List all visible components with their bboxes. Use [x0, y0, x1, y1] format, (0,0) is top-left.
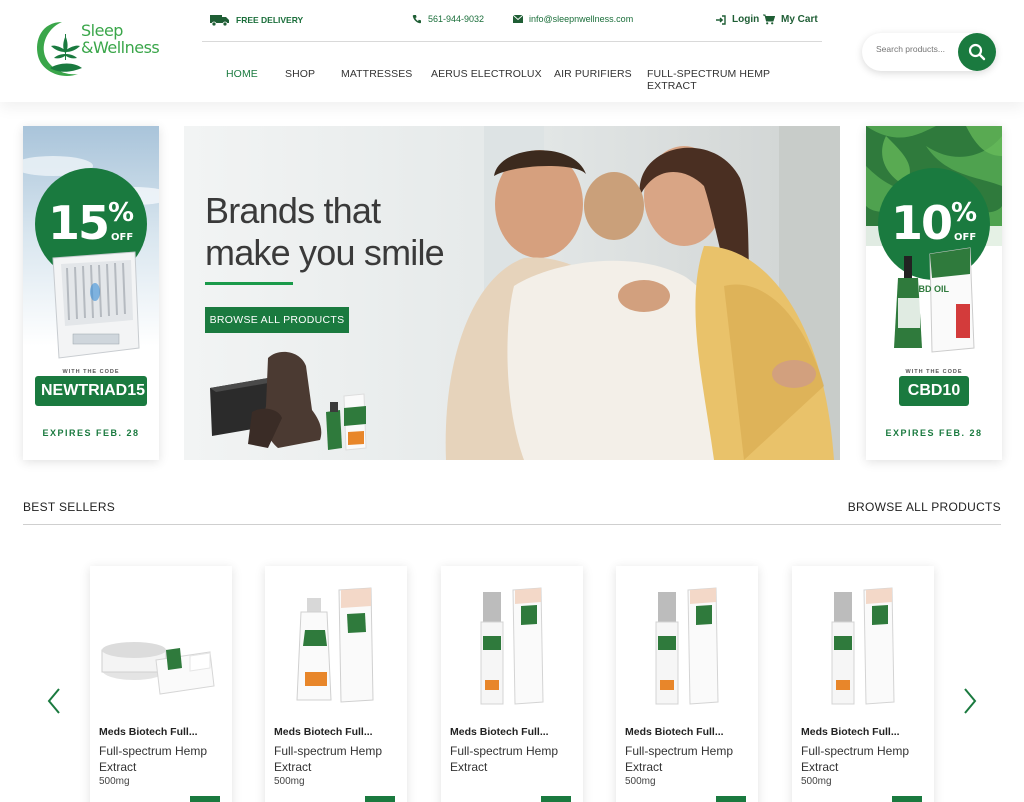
- product-card[interactable]: Meds Biotech Full... Full-spectrum Hemp …: [265, 566, 407, 802]
- login-label: Login: [732, 14, 760, 25]
- promo-code-badge: NEWTRIAD15: [35, 376, 147, 406]
- product-card[interactable]: Meds Biotech Full... Full-spectrum Hemp …: [616, 566, 758, 802]
- search-button[interactable]: [958, 33, 996, 71]
- hero-browse-button[interactable]: BROWSE ALL PRODUCTS: [205, 307, 349, 333]
- discount-off: OFF: [111, 232, 134, 243]
- product-card[interactable]: Meds Biotech Full... Full-spectrum Hemp …: [792, 566, 934, 802]
- top-info-bar: FREE DELIVERY 561-944-9032 info@sleepnwe…: [202, 8, 822, 34]
- discount-percent: %: [107, 198, 135, 228]
- add-to-cart-button[interactable]: [190, 796, 220, 802]
- logo-line-1: Sleep: [81, 21, 123, 40]
- site-logo[interactable]: Sleep &Wellness: [32, 16, 172, 82]
- product-brand: Meds Biotech Full...: [801, 726, 900, 738]
- chevron-right-icon: [964, 688, 977, 714]
- promo-code-badge: CBD10: [899, 376, 969, 406]
- promo-card-cbd[interactable]: 10% OFF CBD OIL WITH THE CODE CBD10 EXPI…: [866, 126, 1002, 460]
- hero-headline-line-1: Brands that: [205, 190, 381, 231]
- cart-label: My Cart: [781, 14, 818, 25]
- discount-number: 10: [890, 196, 953, 250]
- product-brand: Meds Biotech Full...: [450, 726, 549, 738]
- cart-icon: [763, 14, 775, 25]
- product-name: Full-spectrum Hemp Extract: [450, 744, 559, 774]
- logo-line-2: &Wellness: [81, 38, 160, 57]
- product-size: 500mg: [99, 776, 130, 787]
- product-image-lotion-bottle: [480, 587, 544, 705]
- section-divider: [23, 524, 1001, 525]
- discount-text: 15% OFF: [23, 196, 159, 250]
- air-purifier-image: [52, 251, 140, 359]
- email-link[interactable]: info@sleepnwellness.com: [513, 14, 633, 24]
- products-showcase-image: [210, 351, 367, 451]
- email-address: info@sleepnwellness.com: [529, 14, 634, 24]
- discount-number: 15: [47, 196, 110, 250]
- cbd-product-label: CBD OIL: [912, 284, 949, 294]
- search-input[interactable]: [876, 44, 956, 54]
- product-name: Full-spectrum Hemp Extract: [625, 744, 734, 774]
- mail-icon: [513, 15, 523, 23]
- truck-icon: [210, 15, 229, 26]
- product-image-lotion-bottle: [655, 587, 719, 705]
- add-to-cart-button[interactable]: [541, 796, 571, 802]
- nav-aerus-electrolux[interactable]: AERUS ELECTROLUX: [431, 68, 542, 80]
- with-code-label: WITH THE CODE: [62, 369, 120, 375]
- add-to-cart-button[interactable]: [365, 796, 395, 802]
- cart-link[interactable]: My Cart: [763, 14, 818, 25]
- promo-expiry: EXPIRES FEB. 28: [42, 428, 140, 438]
- add-to-cart-button[interactable]: [892, 796, 922, 802]
- carousel-next-button[interactable]: [960, 688, 980, 714]
- promo-expiry: EXPIRES FEB. 28: [885, 428, 983, 438]
- nav-mattresses[interactable]: MATTRESSES: [341, 68, 412, 80]
- login-icon: [716, 14, 726, 25]
- product-size: 500mg: [625, 776, 656, 787]
- product-brand: Meds Biotech Full...: [274, 726, 373, 738]
- with-code-label: WITH THE CODE: [905, 369, 963, 375]
- discount-off: OFF: [954, 232, 977, 243]
- product-brand: Meds Biotech Full...: [99, 726, 198, 738]
- chevron-left-icon: [47, 688, 60, 714]
- product-card[interactable]: Meds Biotech Full... Full-spectrum Hemp …: [90, 566, 232, 802]
- header-divider: [202, 41, 822, 42]
- hero-headline: Brands that make you smile: [205, 190, 445, 274]
- login-link[interactable]: Login: [716, 14, 759, 25]
- hero-banner: Brands that make you smile BROWSE ALL PR…: [184, 126, 840, 460]
- discount-text: 10% OFF: [866, 196, 1002, 250]
- site-header: Sleep &Wellness FREE DELIVERY 561-944-90…: [0, 0, 1024, 102]
- product-name: Full-spectrum Hemp Extract: [801, 744, 910, 774]
- search-bar: [862, 33, 996, 71]
- product-image-cream-pump: [296, 587, 374, 703]
- product-size: 500mg: [274, 776, 305, 787]
- promo-card-air-purifier[interactable]: 15% OFF WITH THE CODE NEWTRIAD15 EXPIRES…: [23, 126, 159, 460]
- carousel-prev-button[interactable]: [44, 688, 64, 714]
- hero-underline: [205, 282, 293, 285]
- best-sellers-heading: BEST SELLERS: [23, 500, 116, 514]
- main-navigation: HOME SHOP MATTRESSES AERUS ELECTROLUX AI…: [202, 68, 822, 92]
- product-size: 500mg: [801, 776, 832, 787]
- product-image-lotion-bottle: [831, 587, 895, 705]
- free-delivery-label: FREE DELIVERY: [236, 15, 304, 25]
- nav-home[interactable]: HOME: [226, 68, 258, 80]
- nav-air-purifiers[interactable]: AIR PURIFIERS: [554, 68, 632, 80]
- product-name: Full-spectrum Hemp Extract: [274, 744, 383, 774]
- product-name: Full-spectrum Hemp Extract: [99, 744, 208, 774]
- product-image-cream-jar: [101, 642, 215, 695]
- discount-percent: %: [950, 198, 978, 228]
- nav-hemp-extract[interactable]: FULL-SPECTRUM HEMP EXTRACT: [647, 68, 822, 92]
- free-delivery: FREE DELIVERY: [210, 14, 303, 26]
- logo-wordmark: Sleep &Wellness: [81, 21, 160, 57]
- phone-link[interactable]: 561-944-9032: [412, 14, 484, 24]
- hero-headline-line-2: make you smile: [205, 232, 445, 273]
- add-to-cart-button[interactable]: [716, 796, 746, 802]
- product-card[interactable]: Meds Biotech Full... Full-spectrum Hemp …: [441, 566, 583, 802]
- search-icon: [968, 43, 986, 61]
- phone-icon: [412, 15, 421, 24]
- browse-all-products-link[interactable]: BROWSE ALL PRODUCTS: [848, 500, 1001, 514]
- phone-number: 561-944-9032: [428, 14, 485, 24]
- nav-shop[interactable]: SHOP: [285, 68, 315, 80]
- cbd-oil-image: [894, 247, 975, 353]
- product-brand: Meds Biotech Full...: [625, 726, 724, 738]
